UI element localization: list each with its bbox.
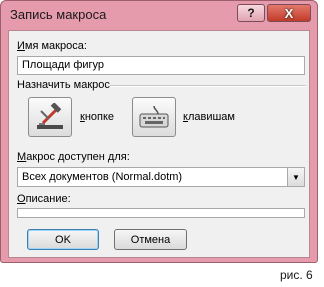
dropdown-arrow-icon[interactable]: ▼ (287, 168, 304, 186)
assign-to-keyboard-button[interactable] (132, 97, 176, 137)
record-macro-dialog: Запись макроса ? X Имя макроса: Площади … (0, 0, 318, 263)
description-input[interactable] (17, 208, 305, 218)
hammer-wrench-icon (37, 103, 63, 129)
assign-to-keyboard-label: клавишам (183, 111, 235, 123)
store-macro-select[interactable]: Всех документов (Normal.dotm) ▼ (17, 167, 305, 187)
assign-to-button-button[interactable] (28, 97, 72, 137)
group-separator (110, 85, 306, 87)
close-icon: X (284, 5, 294, 21)
help-icon: ? (247, 6, 255, 20)
macro-name-input[interactable]: Площади фигур (17, 56, 305, 75)
figure-caption: рис. 6 (280, 268, 313, 282)
store-macro-label: Макрос доступен для: (17, 151, 130, 163)
description-label: Описание: (17, 193, 71, 205)
close-button[interactable]: X (267, 4, 311, 22)
dialog-title: Запись макроса (10, 7, 107, 22)
assign-macro-label: Назначить макрос (17, 79, 110, 91)
keyboard-icon (139, 105, 169, 128)
assign-to-button-label: кнопке (80, 111, 115, 123)
ok-button[interactable]: OK (27, 229, 99, 250)
macro-name-label: Имя макроса: (17, 40, 87, 52)
store-macro-value: Всех документов (Normal.dotm) (22, 171, 183, 183)
dialog-body: Имя макроса: Площади фигур Назначить мак… (8, 30, 310, 258)
cancel-button[interactable]: Отмена (114, 229, 187, 250)
title-bar[interactable]: Запись макроса ? X (1, 1, 317, 29)
help-button[interactable]: ? (237, 4, 265, 22)
